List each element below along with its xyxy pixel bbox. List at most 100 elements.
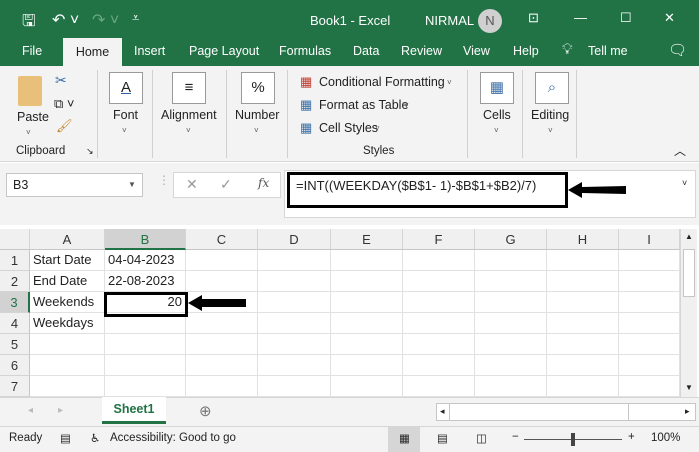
- row-header-1[interactable]: 1: [0, 250, 30, 271]
- cell-C6[interactable]: [186, 355, 258, 376]
- cells-button[interactable]: Cells: [483, 108, 511, 122]
- cell-F6[interactable]: [403, 355, 475, 376]
- insert-function-icon[interactable]: fx: [258, 176, 269, 190]
- cell-H7[interactable]: [547, 376, 619, 397]
- cells-icon[interactable]: ▦: [480, 72, 514, 104]
- cell-H2[interactable]: [547, 271, 619, 292]
- accessibility-status[interactable]: Accessibility: Good to go: [110, 432, 236, 444]
- column-header-H[interactable]: H: [547, 229, 619, 250]
- cell-I2[interactable]: [619, 271, 680, 292]
- cell-F5[interactable]: [403, 334, 475, 355]
- cell-G7[interactable]: [475, 376, 547, 397]
- add-sheet-icon[interactable]: ⊕: [199, 402, 212, 420]
- horizontal-scrollbar[interactable]: ◂ ▸: [436, 403, 696, 421]
- paste-button[interactable]: Paste: [17, 110, 49, 124]
- sheet-tab-sheet1[interactable]: Sheet1: [102, 397, 166, 424]
- cell-G6[interactable]: [475, 355, 547, 376]
- cell-E3[interactable]: [331, 292, 403, 313]
- tab-file[interactable]: File: [22, 44, 42, 58]
- expand-formula-bar-icon[interactable]: ˅: [682, 178, 687, 188]
- percent-icon[interactable]: %: [241, 72, 275, 104]
- cut-icon[interactable]: ✂: [55, 72, 67, 89]
- page-layout-view-icon[interactable]: ▤: [437, 431, 448, 445]
- format-as-table-button[interactable]: Format as Table: [319, 98, 408, 112]
- column-header-I[interactable]: I: [619, 229, 680, 250]
- collapse-ribbon-icon[interactable]: ︿: [674, 142, 686, 159]
- cell-E7[interactable]: [331, 376, 403, 397]
- undo-icon[interactable]: ↶ ˅: [52, 10, 79, 30]
- cell-F3[interactable]: [403, 292, 475, 313]
- tab-review[interactable]: Review: [401, 44, 442, 58]
- cell-G3[interactable]: [475, 292, 547, 313]
- cell-A7[interactable]: [30, 376, 105, 397]
- cell-H4[interactable]: [547, 313, 619, 334]
- cell-A5[interactable]: [30, 334, 105, 355]
- cell-D2[interactable]: [258, 271, 331, 292]
- prev-sheet-icon[interactable]: ◂: [28, 405, 33, 416]
- cell-I7[interactable]: [619, 376, 680, 397]
- row-header-5[interactable]: 5: [0, 334, 30, 355]
- paste-icon[interactable]: [18, 76, 42, 106]
- cell-H6[interactable]: [547, 355, 619, 376]
- column-header-A[interactable]: A: [30, 229, 105, 250]
- cell-E6[interactable]: [331, 355, 403, 376]
- next-sheet-icon[interactable]: ▸: [58, 405, 63, 416]
- cell-E2[interactable]: [331, 271, 403, 292]
- cell-C1[interactable]: [186, 250, 258, 271]
- select-all[interactable]: [0, 229, 30, 250]
- zoom-level[interactable]: 100%: [651, 432, 680, 444]
- cell-D3[interactable]: [258, 292, 331, 313]
- zoom-slider-thumb[interactable]: [571, 433, 575, 446]
- row-header-7[interactable]: 7: [0, 376, 30, 397]
- tab-insert[interactable]: Insert: [134, 44, 165, 58]
- column-header-C[interactable]: C: [186, 229, 258, 250]
- tab-view[interactable]: View: [463, 44, 490, 58]
- cell-F4[interactable]: [403, 313, 475, 334]
- redo-icon[interactable]: ↷ ˅: [92, 10, 119, 30]
- conditional-formatting-button[interactable]: Conditional Formatting: [319, 75, 445, 89]
- column-header-F[interactable]: F: [403, 229, 475, 250]
- ribbon-display-icon[interactable]: ⊡: [528, 10, 539, 26]
- maximize-icon[interactable]: ☐: [620, 10, 632, 26]
- copy-icon[interactable]: ⧉ ˅: [54, 96, 75, 112]
- cell-A3[interactable]: Weekends: [30, 292, 105, 313]
- comments-icon[interactable]: 🗨︎: [668, 41, 687, 59]
- tab-data[interactable]: Data: [353, 44, 379, 58]
- cell-D6[interactable]: [258, 355, 331, 376]
- column-header-E[interactable]: E: [331, 229, 403, 250]
- row-header-6[interactable]: 6: [0, 355, 30, 376]
- cell-B7[interactable]: [105, 376, 186, 397]
- alignment-icon[interactable]: ≡: [172, 72, 206, 104]
- zoom-in-icon[interactable]: +: [628, 431, 635, 443]
- cell-E5[interactable]: [331, 334, 403, 355]
- column-header-B[interactable]: B: [105, 229, 186, 250]
- cell-G1[interactable]: [475, 250, 547, 271]
- macro-icon[interactable]: ▤: [60, 431, 71, 445]
- cancel-icon[interactable]: ✕: [186, 176, 198, 193]
- cell-B5[interactable]: [105, 334, 186, 355]
- alignment-button[interactable]: Alignment: [161, 108, 217, 122]
- cell-I6[interactable]: [619, 355, 680, 376]
- cell-C2[interactable]: [186, 271, 258, 292]
- cell-styles-button[interactable]: Cell Styles: [319, 121, 378, 135]
- page-break-view-icon[interactable]: ◫: [476, 431, 487, 445]
- column-header-D[interactable]: D: [258, 229, 331, 250]
- find-icon[interactable]: ⌕: [535, 72, 569, 104]
- avatar[interactable]: N: [478, 9, 502, 33]
- cell-I1[interactable]: [619, 250, 680, 271]
- save-icon[interactable]: 🖫: [22, 10, 36, 37]
- number-button[interactable]: Number: [235, 108, 279, 122]
- cell-G5[interactable]: [475, 334, 547, 355]
- tab-home[interactable]: Home: [63, 38, 122, 66]
- name-box[interactable]: B3: [6, 173, 143, 197]
- cell-B2[interactable]: 22-08-2023: [105, 271, 186, 292]
- tab-formulas[interactable]: Formulas: [279, 44, 331, 58]
- zoom-out-icon[interactable]: −: [512, 431, 519, 443]
- cell-C4[interactable]: [186, 313, 258, 334]
- cell-C7[interactable]: [186, 376, 258, 397]
- normal-view-icon[interactable]: ▦: [399, 431, 410, 445]
- cell-D7[interactable]: [258, 376, 331, 397]
- cell-G2[interactable]: [475, 271, 547, 292]
- cell-D5[interactable]: [258, 334, 331, 355]
- font-button[interactable]: Font: [113, 108, 138, 122]
